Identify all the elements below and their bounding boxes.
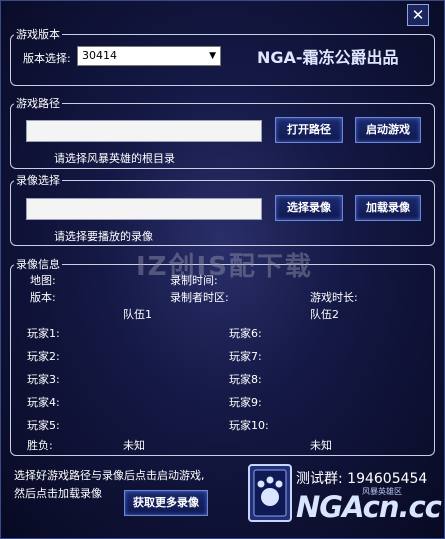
version-select-label: 版本选择: [23,52,71,65]
info-group-legend: 录像信息 [16,258,60,271]
timezone-label: 录制者时区: [170,291,229,304]
version-group-legend: 游戏版本 [16,28,60,41]
player-label: 玩家2: [27,350,60,363]
player-label: 玩家3: [27,373,60,386]
record-time-label: 录制时间: [170,274,218,287]
watermark: IZ创IS配下载 [136,252,313,282]
team2-label: 队伍2 [310,308,339,321]
version-select-value: 30414 [82,49,117,62]
team2-result: 未知 [310,439,332,452]
player-label: 玩家8: [229,373,262,386]
result-label: 胜负: [27,439,53,452]
player-label: 玩家5: [27,419,60,432]
get-more-replays-button[interactable]: 获取更多录像 [124,490,208,516]
instruction-line-2: 然后点击加载录像 [14,487,102,500]
player-label: 玩家10: [229,419,269,432]
replay-hint: 请选择要播放的录像 [54,230,153,243]
close-button[interactable]: ✕ [407,4,429,26]
replay-group-legend: 录像选择 [16,174,60,187]
path-hint: 请选择风暴英雄的根目录 [54,152,175,165]
site-logo-text: NGAcn.cc [296,490,442,524]
map-label: 地图: [30,274,56,287]
brand-title: NGA-霜冻公爵出品 [257,48,399,67]
game-path-input[interactable] [26,120,262,142]
version-info-label: 版本: [30,291,56,304]
nga-logo-icon [248,464,292,522]
team1-label: 队伍1 [123,308,152,321]
qq-group-text: 测试群: 194605454 [296,471,428,487]
player-label: 玩家7: [229,350,262,363]
player-label: 玩家1: [27,327,60,340]
load-replay-button[interactable]: 加载录像 [355,195,421,221]
replay-path-input[interactable] [26,198,262,220]
path-group-legend: 游戏路径 [16,97,60,110]
chevron-down-icon[interactable]: ▼ [209,47,216,65]
select-replay-button[interactable]: 选择录像 [275,195,343,221]
team1-result: 未知 [123,439,145,452]
version-select[interactable]: 30414 ▼ [77,46,221,66]
instruction-line-1: 选择好游戏路径与录像后点击启动游戏, [14,469,205,482]
duration-label: 游戏时长: [310,291,358,304]
player-label: 玩家4: [27,396,60,409]
replay-info-group: 录像信息 [10,256,435,456]
player-label: 玩家9: [229,396,262,409]
start-game-button[interactable]: 启动游戏 [355,117,421,143]
player-label: 玩家6: [229,327,262,340]
open-path-button[interactable]: 打开路径 [275,117,343,143]
